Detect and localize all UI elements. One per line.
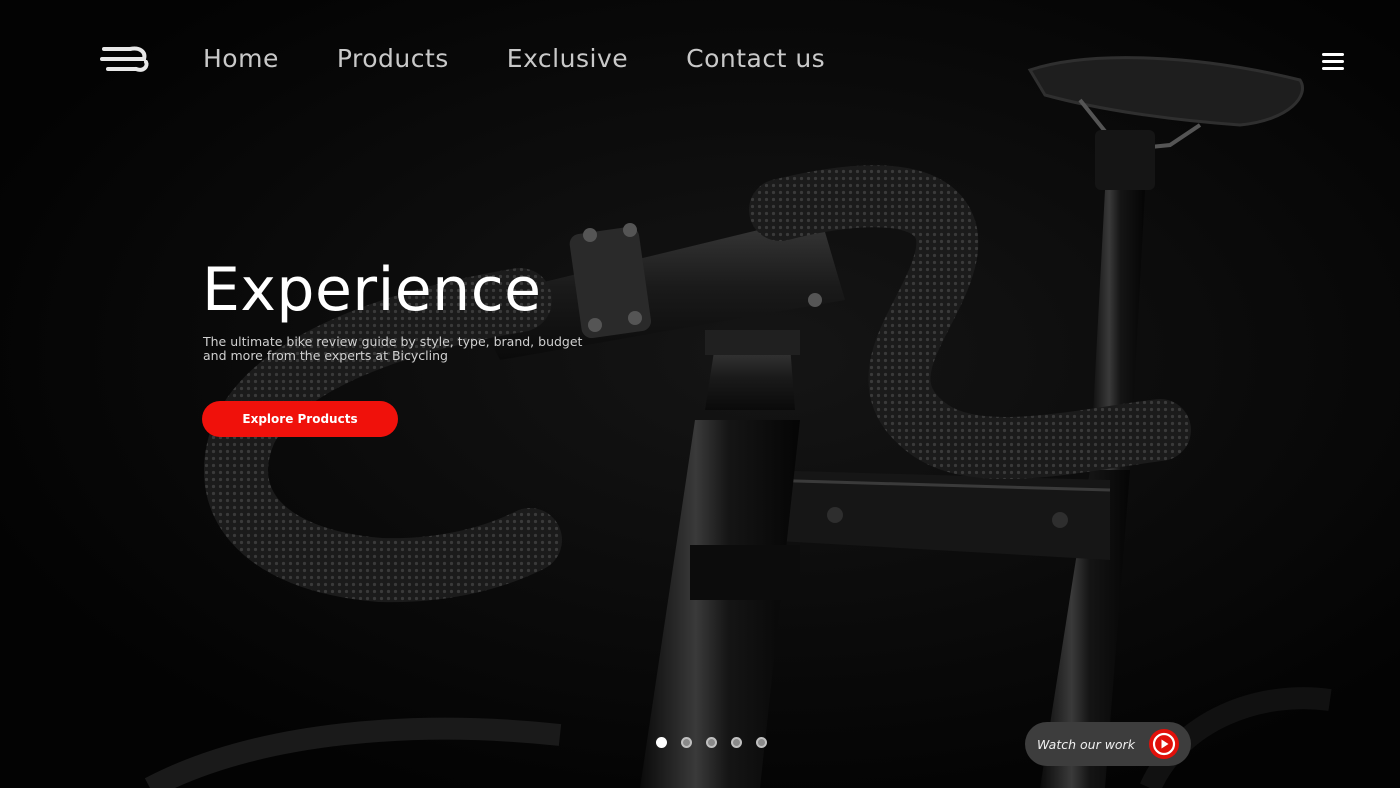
main-nav: Home Products Exclusive Contact us: [203, 40, 825, 78]
carousel-dot-2[interactable]: [681, 737, 692, 748]
wind-lines-logo-icon[interactable]: [100, 42, 152, 80]
hero-title: Experience: [202, 255, 542, 325]
watch-label: Watch our work: [1037, 736, 1135, 752]
landing-page: Home Products Exclusive Contact us Exper…: [0, 0, 1400, 788]
hero-subtitle: The ultimate bike review guide by style,…: [203, 334, 583, 363]
hamburger-menu-icon[interactable]: [1320, 51, 1346, 73]
nav-exclusive[interactable]: Exclusive: [507, 40, 628, 78]
carousel-dot-4[interactable]: [731, 737, 742, 748]
bike-hero-image: [0, 0, 1400, 788]
carousel-dot-5[interactable]: [756, 737, 767, 748]
watch-our-work-button[interactable]: Watch our work: [1025, 722, 1191, 766]
nav-home[interactable]: Home: [203, 40, 279, 78]
carousel-dot-3[interactable]: [706, 737, 717, 748]
nav-contact-us[interactable]: Contact us: [686, 40, 825, 78]
nav-products[interactable]: Products: [337, 40, 449, 78]
explore-products-button[interactable]: Explore Products: [202, 401, 398, 437]
carousel-pagination: [656, 737, 767, 748]
play-icon: [1149, 729, 1179, 759]
carousel-dot-1[interactable]: [656, 737, 667, 748]
